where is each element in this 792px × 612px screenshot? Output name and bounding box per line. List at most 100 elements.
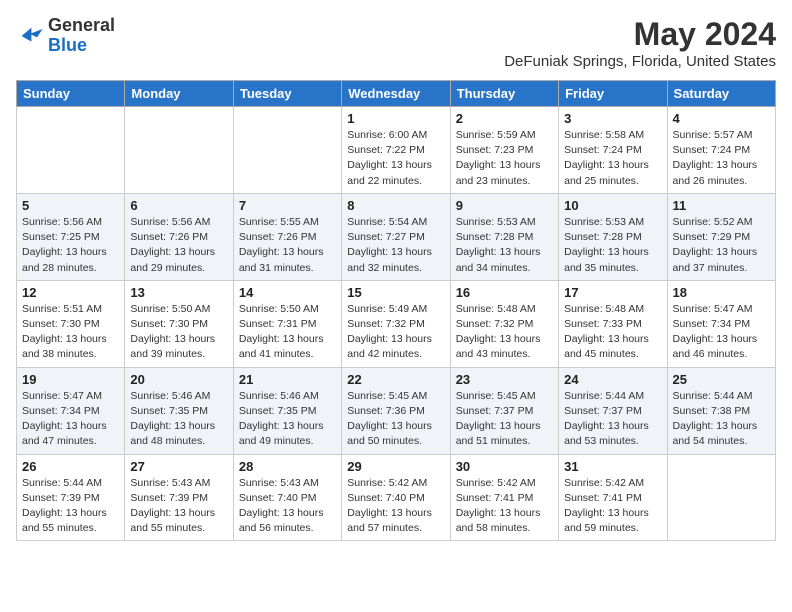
- logo-text-general: General: [48, 15, 115, 35]
- calendar-cell: 2 Sunrise: 5:59 AMSunset: 7:23 PMDaylight…: [450, 107, 558, 194]
- day-number: 8: [347, 198, 444, 213]
- day-info: Sunrise: 5:51 AMSunset: 7:30 PMDaylight:…: [22, 302, 119, 363]
- weekday-header-row: SundayMondayTuesdayWednesdayThursdayFrid…: [17, 81, 776, 107]
- calendar-cell: 8Sunrise: 5:54 AMSunset: 7:27 PMDaylight…: [342, 193, 450, 280]
- day-number: 12: [22, 285, 119, 300]
- day-number: 4: [673, 111, 770, 126]
- day-number: 1: [347, 111, 444, 126]
- day-info: Sunrise: 5:50 AMSunset: 7:31 PMDaylight:…: [239, 302, 336, 363]
- day-number: 22: [347, 372, 444, 387]
- calendar-table: SundayMondayTuesdayWednesdayThursdayFrid…: [16, 80, 776, 541]
- weekday-header-sunday: Sunday: [17, 81, 125, 107]
- day-number: 16: [456, 285, 553, 300]
- calendar-cell: 11 Sunrise: 5:52 AMSunset: 7:29 PMDayligh…: [667, 193, 775, 280]
- day-info: Sunrise: 5:43 AMSunset: 7:39 PMDaylight:…: [130, 476, 227, 537]
- weekday-header-thursday: Thursday: [450, 81, 558, 107]
- weekday-header-saturday: Saturday: [667, 81, 775, 107]
- day-number: 7: [239, 198, 336, 213]
- day-info: Sunrise: 5:58 AMSunset: 7:24 PMDaylight:…: [564, 128, 661, 189]
- day-number: 20: [130, 372, 227, 387]
- day-info: Sunrise: 5:55 AMSunset: 7:26 PMDaylight:…: [239, 215, 336, 276]
- day-number: 28: [239, 459, 336, 474]
- calendar-cell: 1 Sunrise: 6:00 AMSunset: 7:22 PMDaylight…: [342, 107, 450, 194]
- calendar-cell: 5 Sunrise: 5:56 AMSunset: 7:25 PMDaylight…: [17, 193, 125, 280]
- calendar-week-1: 1 Sunrise: 6:00 AMSunset: 7:22 PMDaylight…: [17, 107, 776, 194]
- page-header: General Blue May 2024 DeFuniak Springs, …: [16, 16, 776, 70]
- day-info: Sunrise: 5:52 AMSunset: 7:29 PMDaylight:…: [673, 215, 770, 276]
- day-info: Sunrise: 5:48 AMSunset: 7:32 PMDaylight:…: [456, 302, 553, 363]
- day-number: 5: [22, 198, 119, 213]
- calendar-cell: 13 Sunrise: 5:50 AMSunset: 7:30 PMDayligh…: [125, 280, 233, 367]
- day-info: Sunrise: 5:49 AMSunset: 7:32 PMDaylight:…: [347, 302, 444, 363]
- weekday-header-monday: Monday: [125, 81, 233, 107]
- day-info: Sunrise: 5:42 AMSunset: 7:40 PMDaylight:…: [347, 476, 444, 537]
- calendar-cell: 27 Sunrise: 5:43 AMSunset: 7:39 PMDayligh…: [125, 454, 233, 541]
- day-number: 25: [673, 372, 770, 387]
- day-number: 2: [456, 111, 553, 126]
- day-number: 23: [456, 372, 553, 387]
- calendar-cell: [17, 107, 125, 194]
- weekday-header-wednesday: Wednesday: [342, 81, 450, 107]
- day-info: Sunrise: 5:47 AMSunset: 7:34 PMDaylight:…: [22, 389, 119, 450]
- logo-icon: [16, 22, 44, 50]
- day-number: 26: [22, 459, 119, 474]
- calendar-cell: 9Sunrise: 5:53 AMSunset: 7:28 PMDaylight…: [450, 193, 558, 280]
- day-number: 14: [239, 285, 336, 300]
- month-title: May 2024: [504, 16, 776, 53]
- calendar-week-2: 5 Sunrise: 5:56 AMSunset: 7:25 PMDaylight…: [17, 193, 776, 280]
- day-info: Sunrise: 5:56 AMSunset: 7:25 PMDaylight:…: [22, 215, 119, 276]
- calendar-cell: [667, 454, 775, 541]
- calendar-week-5: 26 Sunrise: 5:44 AMSunset: 7:39 PMDayligh…: [17, 454, 776, 541]
- calendar-cell: 25 Sunrise: 5:44 AMSunset: 7:38 PMDayligh…: [667, 367, 775, 454]
- day-info: Sunrise: 5:48 AMSunset: 7:33 PMDaylight:…: [564, 302, 661, 363]
- logo-text-blue: Blue: [48, 35, 87, 55]
- day-info: Sunrise: 5:42 AMSunset: 7:41 PMDaylight:…: [564, 476, 661, 537]
- day-info: Sunrise: 5:45 AMSunset: 7:37 PMDaylight:…: [456, 389, 553, 450]
- calendar-cell: 22 Sunrise: 5:45 AMSunset: 7:36 PMDayligh…: [342, 367, 450, 454]
- day-info: Sunrise: 5:45 AMSunset: 7:36 PMDaylight:…: [347, 389, 444, 450]
- day-number: 17: [564, 285, 661, 300]
- calendar-cell: [233, 107, 341, 194]
- title-block: May 2024 DeFuniak Springs, Florida, Unit…: [504, 16, 776, 70]
- calendar-cell: 18Sunrise: 5:47 AMSunset: 7:34 PMDayligh…: [667, 280, 775, 367]
- calendar-cell: 23 Sunrise: 5:45 AMSunset: 7:37 PMDayligh…: [450, 367, 558, 454]
- calendar-cell: 16 Sunrise: 5:48 AMSunset: 7:32 PMDayligh…: [450, 280, 558, 367]
- day-number: 24: [564, 372, 661, 387]
- weekday-header-friday: Friday: [559, 81, 667, 107]
- day-info: Sunrise: 5:53 AMSunset: 7:28 PMDaylight:…: [456, 215, 553, 276]
- calendar-week-4: 19 Sunrise: 5:47 AMSunset: 7:34 PMDayligh…: [17, 367, 776, 454]
- day-info: Sunrise: 5:44 AMSunset: 7:37 PMDaylight:…: [564, 389, 661, 450]
- day-info: Sunrise: 5:44 AMSunset: 7:39 PMDaylight:…: [22, 476, 119, 537]
- calendar-cell: 10Sunrise: 5:53 AMSunset: 7:28 PMDayligh…: [559, 193, 667, 280]
- day-number: 10: [564, 198, 661, 213]
- day-info: Sunrise: 5:46 AMSunset: 7:35 PMDaylight:…: [130, 389, 227, 450]
- weekday-header-tuesday: Tuesday: [233, 81, 341, 107]
- day-info: Sunrise: 5:50 AMSunset: 7:30 PMDaylight:…: [130, 302, 227, 363]
- calendar-cell: 30Sunrise: 5:42 AMSunset: 7:41 PMDayligh…: [450, 454, 558, 541]
- day-number: 27: [130, 459, 227, 474]
- day-info: Sunrise: 6:00 AMSunset: 7:22 PMDaylight:…: [347, 128, 444, 189]
- day-info: Sunrise: 5:59 AMSunset: 7:23 PMDaylight:…: [456, 128, 553, 189]
- calendar-cell: 3 Sunrise: 5:58 AMSunset: 7:24 PMDaylight…: [559, 107, 667, 194]
- calendar-cell: 29 Sunrise: 5:42 AMSunset: 7:40 PMDayligh…: [342, 454, 450, 541]
- calendar-cell: 15 Sunrise: 5:49 AMSunset: 7:32 PMDayligh…: [342, 280, 450, 367]
- day-number: 15: [347, 285, 444, 300]
- calendar-cell: 4Sunrise: 5:57 AMSunset: 7:24 PMDaylight…: [667, 107, 775, 194]
- day-number: 30: [456, 459, 553, 474]
- day-info: Sunrise: 5:44 AMSunset: 7:38 PMDaylight:…: [673, 389, 770, 450]
- day-number: 31: [564, 459, 661, 474]
- calendar-cell: 17 Sunrise: 5:48 AMSunset: 7:33 PMDayligh…: [559, 280, 667, 367]
- calendar-cell: [125, 107, 233, 194]
- logo: General Blue: [16, 16, 115, 56]
- day-number: 11: [673, 198, 770, 213]
- day-info: Sunrise: 5:46 AMSunset: 7:35 PMDaylight:…: [239, 389, 336, 450]
- day-number: 6: [130, 198, 227, 213]
- day-number: 19: [22, 372, 119, 387]
- day-number: 13: [130, 285, 227, 300]
- day-number: 29: [347, 459, 444, 474]
- day-info: Sunrise: 5:43 AMSunset: 7:40 PMDaylight:…: [239, 476, 336, 537]
- calendar-week-3: 12 Sunrise: 5:51 AMSunset: 7:30 PMDayligh…: [17, 280, 776, 367]
- day-number: 21: [239, 372, 336, 387]
- calendar-cell: 24 Sunrise: 5:44 AMSunset: 7:37 PMDayligh…: [559, 367, 667, 454]
- day-number: 3: [564, 111, 661, 126]
